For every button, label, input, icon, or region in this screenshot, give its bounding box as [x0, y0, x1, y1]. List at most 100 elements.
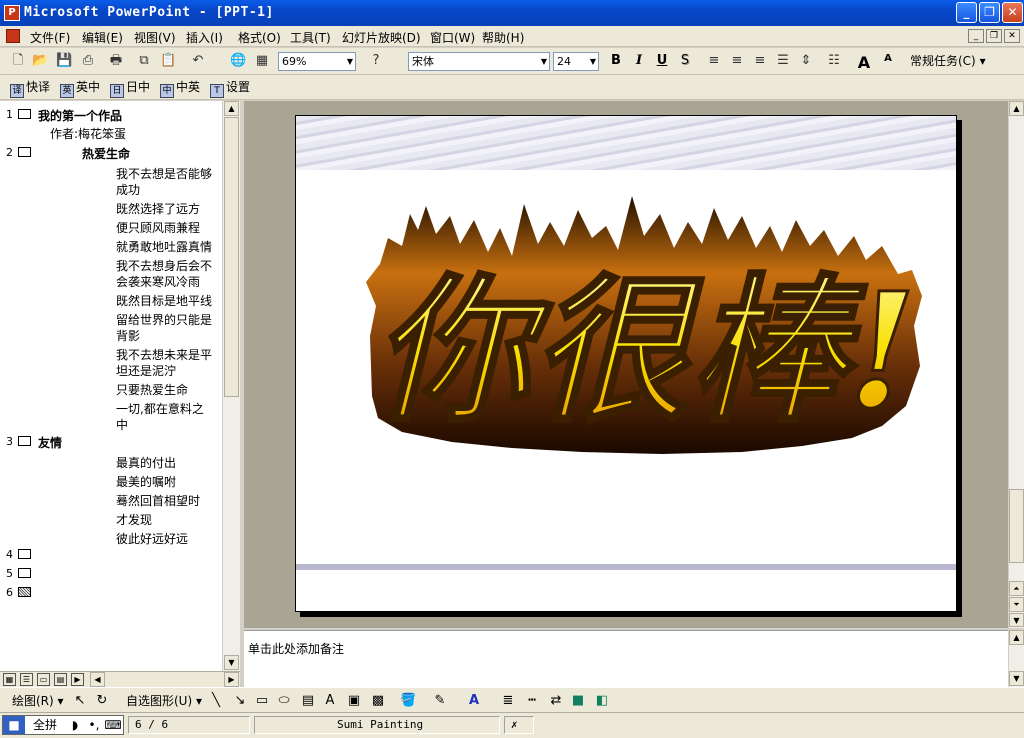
next-slide-icon[interactable]: ⏷: [1009, 597, 1024, 612]
outline-text[interactable]: 我不去想身后会不: [116, 257, 212, 274]
copy-icon[interactable]: ⧉: [136, 53, 152, 69]
line-icon[interactable]: ╲: [208, 693, 224, 709]
shadow-icon[interactable]: ■: [570, 693, 586, 709]
sorter-view-icon[interactable]: ▤: [54, 673, 67, 686]
common-tasks-menu[interactable]: 常规任务(C) ▾: [910, 53, 986, 70]
spelling-status-icon[interactable]: ✗: [504, 716, 534, 734]
picture-icon[interactable]: ▩: [370, 693, 386, 709]
menu-insert[interactable]: 插入(I): [186, 29, 223, 46]
scroll-up-icon[interactable]: ▲: [224, 101, 239, 116]
outline-text[interactable]: 蓦然回首相望时: [116, 492, 200, 509]
outline-text[interactable]: 我不去想是否能够: [116, 165, 212, 182]
scroll-right-icon[interactable]: ▶: [224, 672, 239, 687]
increase-font-button[interactable]: A: [856, 53, 872, 72]
slide-icon[interactable]: [18, 568, 31, 578]
restore-button[interactable]: ❐: [979, 2, 1000, 23]
font-color-icon[interactable]: A: [466, 693, 482, 709]
outline-text[interactable]: 成功: [116, 181, 140, 198]
help-icon[interactable]: ?: [368, 53, 384, 69]
outline-view-icon[interactable]: ☰: [20, 673, 33, 686]
print-icon[interactable]: 🖶: [108, 53, 124, 69]
soft-keyboard-icon[interactable]: ⌨: [103, 716, 123, 734]
outline-text[interactable]: 坦还是泥泞: [116, 362, 176, 379]
slide-icon[interactable]: [18, 436, 31, 446]
slide-scrollbar[interactable]: ▲ ⏶ ⏷ ▼: [1008, 101, 1024, 628]
outline-text[interactable]: 会袭来寒风冷雨: [116, 273, 200, 290]
settings-button[interactable]: T 设置: [210, 79, 250, 98]
quick-translate-button[interactable]: 译快译: [10, 79, 50, 98]
align-right-icon[interactable]: ≡: [752, 53, 768, 69]
menu-file[interactable]: 文件(F): [30, 29, 70, 46]
font-select[interactable]: 宋体 ▼: [408, 52, 550, 71]
menu-edit[interactable]: 编辑(E): [82, 29, 123, 46]
dash-style-icon[interactable]: ┅: [524, 693, 540, 709]
document-icon[interactable]: [6, 29, 20, 43]
undo-icon[interactable]: ↶: [190, 53, 206, 69]
rectangle-icon[interactable]: ▭: [254, 693, 270, 709]
outline-text[interactable]: 才发现: [116, 511, 152, 528]
save-icon[interactable]: 💾: [56, 53, 72, 69]
outline-text[interactable]: 就勇敢地吐露真情: [116, 238, 212, 255]
shadow-button[interactable]: S: [677, 53, 693, 68]
outline-text[interactable]: 既然目标是地平线: [116, 292, 212, 309]
doc-close-icon[interactable]: ✕: [1004, 29, 1020, 43]
free-rotate-icon[interactable]: ↻: [94, 693, 110, 709]
insert-icon[interactable]: ▦: [254, 53, 270, 69]
slide-icon[interactable]: [18, 549, 31, 559]
normal-view-icon[interactable]: ▦: [3, 673, 16, 686]
minimize-button[interactable]: _: [956, 2, 977, 23]
en-zh-button[interactable]: 英英中: [60, 79, 100, 98]
arrow-style-icon[interactable]: ⇄: [548, 693, 564, 709]
outline-title[interactable]: 友情: [38, 434, 62, 451]
select-arrow-icon[interactable]: ↖: [72, 693, 88, 709]
punctuation-icon[interactable]: •,: [85, 716, 103, 734]
menu-window[interactable]: 窗口(W): [430, 29, 475, 46]
underline-button[interactable]: U: [654, 53, 670, 68]
notes-scrollbar[interactable]: ▲ ▼: [1008, 630, 1024, 687]
slide-icon[interactable]: [18, 587, 31, 597]
web-icon[interactable]: 🌐: [230, 53, 246, 69]
align-left-icon[interactable]: ≡: [706, 53, 722, 69]
outline-text[interactable]: 既然选择了远方: [116, 200, 200, 217]
new-icon[interactable]: 🗋: [10, 53, 26, 69]
textbox-icon[interactable]: ▤: [300, 693, 316, 709]
outline-title[interactable]: 我的第一个作品: [38, 107, 122, 124]
line-style-icon[interactable]: ≣: [500, 693, 516, 709]
slide-view-icon[interactable]: ▭: [37, 673, 50, 686]
scroll-down-icon[interactable]: ▼: [1009, 613, 1024, 627]
outline-text[interactable]: 留给世界的只能是: [116, 311, 212, 328]
oval-icon[interactable]: ⬭: [276, 693, 292, 709]
outline-text[interactable]: 只要热爱生命: [116, 381, 188, 398]
menu-tools[interactable]: 工具(T): [290, 29, 331, 46]
outline-scrollbar[interactable]: ▲ ▼: [222, 101, 240, 671]
fire-wordart[interactable]: 你很棒!: [362, 186, 928, 458]
outline-text[interactable]: 作者:梅花笨蛋: [50, 125, 126, 142]
outline-text[interactable]: 最美的嘱咐: [116, 473, 176, 490]
slide-icon[interactable]: [18, 147, 31, 157]
menu-slideshow[interactable]: 幻灯片放映(D): [342, 29, 421, 46]
scroll-up-icon[interactable]: ▲: [1009, 101, 1024, 116]
arrow-icon[interactable]: ↘: [232, 693, 248, 709]
outline-text[interactable]: 一切,都在意料之: [116, 400, 204, 417]
outline-text[interactable]: 最真的付出: [116, 454, 176, 471]
scroll-up-icon[interactable]: ▲: [1009, 630, 1024, 645]
prev-slide-icon[interactable]: ⏶: [1009, 581, 1024, 596]
3d-icon[interactable]: ◧: [594, 693, 610, 709]
menu-format[interactable]: 格式(O): [238, 29, 281, 46]
scroll-down-icon[interactable]: ▼: [1009, 671, 1024, 686]
slide-icon[interactable]: [18, 109, 31, 119]
outline-text[interactable]: 中: [116, 416, 128, 433]
outline-title[interactable]: 热爱生命: [82, 145, 130, 162]
doc-minimize-icon[interactable]: _: [968, 29, 984, 43]
ime-toolbar[interactable]: ■ 全拼 ◗ •, ⌨: [2, 715, 124, 735]
slide-canvas[interactable]: 你很棒!: [295, 115, 957, 612]
powerpoint-app-icon[interactable]: P: [4, 5, 20, 21]
outline-text[interactable]: 我不去想未来是平: [116, 346, 212, 363]
doc-restore-icon[interactable]: ❐: [986, 29, 1002, 43]
menu-help[interactable]: 帮助(H): [482, 29, 524, 46]
paste-icon[interactable]: 📋: [160, 53, 176, 69]
decrease-font-button[interactable]: A: [880, 53, 896, 64]
ime-mode[interactable]: 全拼: [25, 716, 65, 734]
ja-zh-button[interactable]: 日日中: [110, 79, 150, 98]
scroll-thumb[interactable]: [224, 117, 239, 397]
